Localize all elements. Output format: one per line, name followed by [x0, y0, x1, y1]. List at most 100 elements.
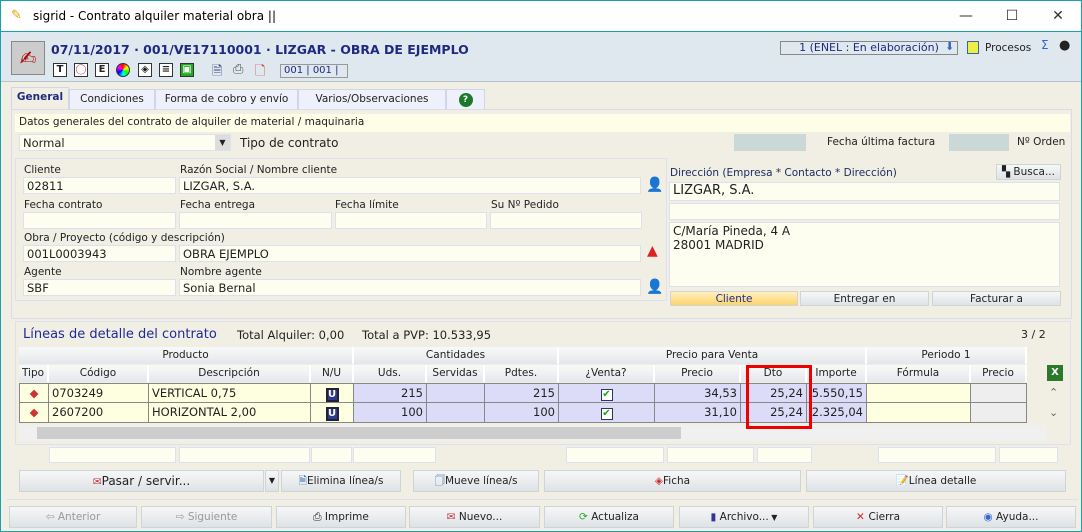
obra-desc-input[interactable]: OBRA EJEMPLO: [179, 245, 641, 262]
obra-codigo-input[interactable]: 001L0003943: [23, 245, 176, 262]
fecha-contrato-input[interactable]: [23, 212, 176, 229]
descripcion-cell[interactable]: HORIZONTAL 2,00: [149, 403, 311, 423]
column-header[interactable]: Fórmula: [867, 365, 971, 382]
tab-entregar-en[interactable]: Entregar en: [800, 291, 929, 306]
column-header[interactable]: ¿Venta?: [559, 365, 655, 382]
column-header[interactable]: Descripción: [149, 365, 311, 382]
sigma-icon[interactable]: Σ: [1041, 38, 1049, 52]
column-header[interactable]: Precio: [655, 365, 741, 382]
formula-cell[interactable]: [867, 403, 971, 423]
cliente-input[interactable]: 02811: [23, 177, 176, 194]
venta-cell[interactable]: ✔: [559, 403, 655, 423]
archivo-button[interactable]: ▮ Archivo... ▼: [679, 506, 809, 528]
precio2-cell[interactable]: [971, 383, 1027, 403]
descripcion-cell[interactable]: VERTICAL 0,75: [149, 383, 311, 403]
pasar-dropdown-button[interactable]: ▼: [265, 470, 279, 492]
fecha-entrega-input[interactable]: [179, 212, 332, 229]
column-header[interactable]: Código: [49, 365, 149, 382]
pedido-input[interactable]: [490, 212, 642, 229]
globe-icon[interactable]: ●: [1059, 38, 1070, 53]
column-header[interactable]: Tipo: [19, 365, 49, 382]
column-header[interactable]: N/U: [311, 365, 354, 382]
pdtes-cell[interactable]: 215: [485, 383, 559, 403]
minimize-button[interactable]: —: [943, 5, 989, 27]
excel-icon[interactable]: X: [1047, 365, 1063, 381]
column-header[interactable]: Importe: [807, 365, 867, 382]
status-selector[interactable]: 1 (ENEL : En elaboración): [780, 41, 958, 55]
busca-button[interactable]: ▚ Busca...: [996, 164, 1061, 180]
tag-icon[interactable]: ◈: [138, 63, 152, 77]
uds-cell[interactable]: 215: [354, 383, 427, 403]
alert-icon[interactable]: ≡: [159, 63, 173, 77]
maximize-button[interactable]: ☐: [989, 5, 1035, 27]
codigo-cell[interactable]: 0703249: [49, 383, 149, 403]
tab-facturar-a[interactable]: Facturar a: [932, 291, 1061, 306]
direccion-empresa-input[interactable]: LIZGAR, S.A.: [669, 182, 1060, 201]
column-header[interactable]: Pdtes.: [485, 365, 559, 382]
actualiza-button[interactable]: ⟳ Actualiza: [544, 506, 674, 528]
imprime-button[interactable]: ⎙ Imprime: [276, 506, 406, 528]
pdf-icon[interactable]: 🗋: [255, 62, 265, 84]
direccion-textarea[interactable]: C/María Pineda, 4 A 28001 MADRID: [669, 222, 1060, 287]
linea-label: Línea detalle: [908, 475, 977, 487]
tab-help[interactable]: ?: [446, 89, 485, 109]
agent-person-icon[interactable]: 👤: [646, 279, 663, 295]
lock-icon[interactable]: ▣: [180, 63, 194, 77]
comment-icon[interactable]: ◯: [74, 63, 88, 77]
client-person-icon[interactable]: 👤: [646, 177, 663, 193]
pdtes-cell[interactable]: 100: [485, 403, 559, 423]
tab-condiciones[interactable]: Condiciones: [69, 89, 155, 109]
uds-cell[interactable]: 100: [354, 403, 427, 423]
nombre-agente-input[interactable]: Sonia Bernal: [179, 279, 641, 296]
column-header[interactable]: Precio: [971, 365, 1027, 382]
scrollbar-thumb[interactable]: [37, 427, 681, 439]
color-icon[interactable]: [116, 63, 130, 77]
nu-cell[interactable]: U: [311, 403, 354, 423]
print-icon[interactable]: ⎙: [233, 62, 243, 77]
precio-cell[interactable]: 34,53: [655, 383, 741, 403]
e-icon[interactable]: E: [95, 63, 109, 77]
venta-checkbox[interactable]: ✔: [600, 389, 613, 401]
nu-cell[interactable]: U: [311, 383, 354, 403]
importe-cell[interactable]: 2.325,04: [807, 403, 867, 423]
horizontal-scrollbar[interactable]: [19, 425, 1047, 441]
cierra-button[interactable]: ✕ Cierra: [813, 506, 943, 528]
scroll-down-icon[interactable]: ⌄: [1049, 406, 1058, 419]
precio-cell[interactable]: 31,10: [655, 403, 741, 423]
tab-cliente[interactable]: Cliente: [670, 291, 798, 306]
direccion-contacto-input[interactable]: [669, 203, 1060, 220]
close-window-button[interactable]: ✕: [1035, 5, 1081, 27]
precio2-cell[interactable]: [971, 403, 1027, 423]
codigo-cell[interactable]: 2607200: [49, 403, 149, 423]
venta-checkbox[interactable]: ✔: [600, 408, 613, 420]
tipo-contrato-select[interactable]: Normal: [19, 134, 231, 151]
pasar-servir-button[interactable]: ✉ Pasar / servir...: [19, 470, 264, 492]
servidas-cell[interactable]: [427, 403, 485, 423]
siguiente-button[interactable]: ⇨ Siguiente: [141, 506, 272, 528]
column-header[interactable]: Uds.: [354, 365, 427, 382]
venta-cell[interactable]: ✔: [559, 383, 655, 403]
anterior-button[interactable]: ⇦ Anterior: [9, 506, 137, 528]
importe-cell[interactable]: 5.550,15: [807, 383, 867, 403]
tab-varios[interactable]: Varios/Observaciones: [298, 89, 446, 109]
tab-general[interactable]: General: [11, 87, 69, 109]
text-icon[interactable]: T: [53, 63, 67, 77]
ayuda-button[interactable]: ◉ Ayuda...: [946, 506, 1076, 528]
linea-detalle-button[interactable]: 📝 Línea detalle: [806, 470, 1066, 492]
mueve-lineas-button[interactable]: 🗍 Mueve línea/s: [413, 470, 539, 492]
agente-input[interactable]: SBF: [23, 279, 176, 296]
fecha-limite-input[interactable]: [335, 212, 487, 229]
tab-forma-cobro[interactable]: Forma de cobro y envío: [155, 89, 298, 109]
procesos-button[interactable]: Procesos: [985, 42, 1031, 54]
chevron-down-icon[interactable]: ▼: [215, 135, 230, 150]
elimina-lineas-button[interactable]: 🗎 Elimina línea/s: [281, 470, 401, 492]
nuevo-button[interactable]: ✉ Nuevo...: [409, 506, 540, 528]
razon-input[interactable]: LIZGAR, S.A.: [179, 177, 641, 194]
ficha-button[interactable]: ◈ Ficha: [544, 470, 801, 492]
formula-cell[interactable]: [867, 383, 971, 403]
scroll-up-icon[interactable]: ⌃: [1049, 386, 1058, 399]
preview-icon[interactable]: 🗎: [212, 62, 222, 84]
column-header[interactable]: Servidas: [427, 365, 485, 382]
servidas-cell[interactable]: [427, 383, 485, 403]
cone-icon[interactable]: ▲: [647, 243, 658, 259]
